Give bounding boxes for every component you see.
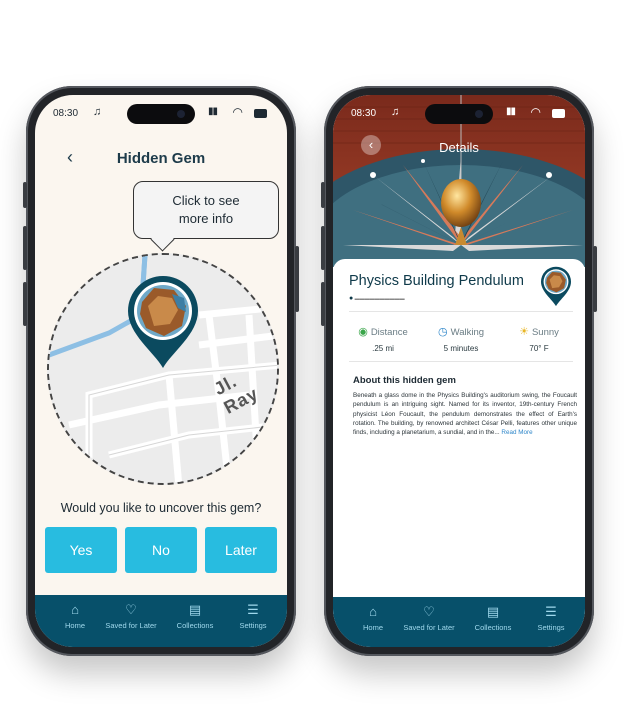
collections-icon: ▤ — [486, 604, 500, 619]
nav-collections[interactable]: ▤ Collections — [463, 604, 523, 633]
wifi-icon: ◠ — [232, 105, 243, 119]
battery-icon — [254, 109, 267, 118]
signal-icon: ▮▮ — [207, 106, 218, 117]
hidden-gem-screen: 08:30 ♫ ▮▮ ◠ ‹ Hidden Gem Click to see m… — [35, 95, 287, 647]
stat-weather: ☀ Sunny 70° F — [501, 325, 577, 353]
dynamic-island — [425, 104, 493, 124]
distance-value: .25 mi — [372, 344, 394, 353]
settings-sliders-icon: ☰ — [545, 604, 557, 619]
yes-button[interactable]: Yes — [45, 527, 117, 573]
timer-icon: ◷ — [437, 326, 448, 338]
distance-label: Distance — [370, 327, 408, 338]
volume-down-button — [321, 282, 325, 326]
bottom-nav: ⌂ Home ♡ Saved for Later ▤ Collections ☰… — [35, 595, 287, 647]
stat-distance: ◉ Distance .25 mi — [345, 325, 421, 353]
info-tooltip[interactable]: Click to see more info — [133, 181, 279, 239]
nav-settings-label: Settings — [537, 623, 565, 632]
music-note-icon: ♫ — [391, 106, 400, 118]
heart-gem-icon: ♡ — [423, 604, 435, 619]
nav-home-label: Home — [64, 621, 85, 630]
divider — [349, 311, 573, 312]
later-button[interactable]: Later — [205, 527, 277, 573]
about-text: Beneath a glass dome in the Physics Buil… — [353, 391, 577, 437]
dynamic-island — [127, 104, 195, 124]
nav-home-label: Home — [362, 623, 383, 632]
settings-sliders-icon: ☰ — [247, 602, 259, 617]
stat-walking: ◷ Walking 5 minutes — [423, 325, 499, 353]
battery-icon — [552, 109, 565, 118]
nav-collections-label: Collections — [474, 623, 512, 632]
divider — [349, 361, 573, 362]
power-button — [593, 246, 597, 312]
place-name: Physics Building Pendulum — [349, 273, 524, 289]
nav-home[interactable]: ⌂ Home — [343, 604, 403, 633]
nav-collections-label: Collections — [176, 621, 214, 630]
tooltip-line-1: Click to see — [172, 193, 240, 208]
bottom-nav: ⌂ Home ♡ Saved for Later ▤ Collections ☰… — [333, 597, 585, 647]
gem-map-pin — [541, 266, 571, 307]
nav-saved[interactable]: ♡ Saved for Later — [399, 604, 459, 633]
nav-collections[interactable]: ▤ Collections — [165, 602, 225, 631]
place-address: ● ▬▬▬▬▬▬▬▬▬▬ — [349, 295, 405, 302]
location-pin-icon: ● — [349, 295, 354, 302]
showcase-stage: 08:30 ♫ ▮▮ ◠ ‹ Hidden Gem Click to see m… — [0, 0, 640, 720]
uncover-question: Would you like to uncover this gem? — [60, 501, 262, 515]
nav-home[interactable]: ⌂ Home — [45, 602, 105, 631]
weather-value: 70° F — [529, 344, 549, 353]
phone-hidden-gem: 08:30 ♫ ▮▮ ◠ ‹ Hidden Gem Click to see m… — [23, 86, 299, 656]
volume-up-button — [321, 226, 325, 270]
nav-settings-label: Settings — [239, 621, 267, 630]
page-title: Hidden Gem — [116, 150, 206, 167]
mute-switch — [23, 182, 27, 208]
volume-down-button — [23, 282, 27, 326]
nav-saved-label: Saved for Later — [105, 621, 157, 630]
signal-icon: ▮▮ — [505, 106, 516, 117]
home-icon: ⌂ — [71, 602, 79, 617]
collections-icon: ▤ — [188, 602, 202, 617]
page-title: Details — [439, 140, 479, 155]
sun-icon: ☀ — [519, 326, 529, 338]
map-pin-icon: ◉ — [358, 326, 368, 338]
music-note-icon: ♫ — [93, 106, 102, 118]
details-screen: 08:30 ♫ ▮▮ ◠ ‹ Details Physics Building … — [333, 95, 585, 647]
nav-settings[interactable]: ☰ Settings — [223, 602, 283, 631]
weather-label: Sunny — [531, 327, 559, 338]
home-icon: ⌂ — [369, 604, 377, 619]
mute-switch — [321, 182, 325, 208]
nav-saved-label: Saved for Later — [403, 623, 455, 632]
no-button[interactable]: No — [125, 527, 197, 573]
read-more-link[interactable]: Read More — [501, 429, 532, 436]
walking-label: Walking — [450, 327, 485, 338]
heart-gem-icon: ♡ — [125, 602, 137, 617]
walking-value: 5 minutes — [443, 344, 479, 353]
phone-details: 08:30 ♫ ▮▮ ◠ ‹ Details Physics Building … — [321, 86, 597, 656]
tooltip-line-2: more info — [178, 211, 234, 226]
nav-saved[interactable]: ♡ Saved for Later — [101, 602, 161, 631]
status-time: 08:30 — [53, 108, 79, 119]
status-time: 08:30 — [351, 108, 377, 119]
power-button — [295, 246, 299, 312]
gem-map-pin[interactable] — [124, 272, 202, 370]
details-card: Physics Building Pendulum ● ▬▬▬▬▬▬▬▬▬▬ ◉… — [333, 259, 585, 615]
wifi-icon: ◠ — [530, 105, 541, 119]
nav-settings[interactable]: ☰ Settings — [521, 604, 581, 633]
volume-up-button — [23, 226, 27, 270]
about-body: Beneath a glass dome in the Physics Buil… — [353, 392, 577, 437]
about-title: About this hidden gem — [353, 375, 456, 386]
